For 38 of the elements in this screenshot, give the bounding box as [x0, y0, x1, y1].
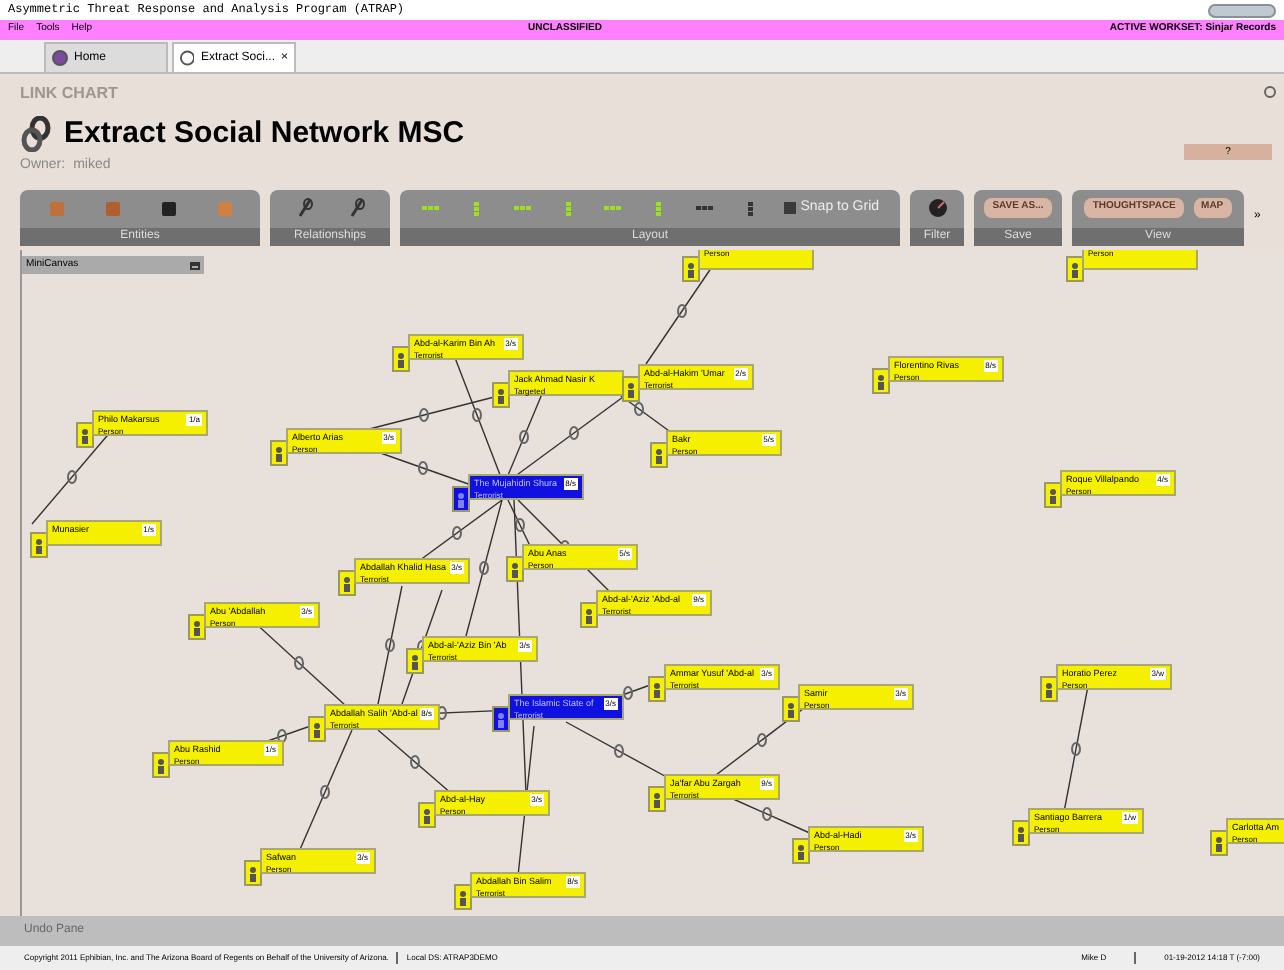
person-node-icon[interactable]: [270, 440, 288, 466]
person-node-icon[interactable]: [648, 786, 666, 812]
person-node-icon[interactable]: [580, 602, 598, 628]
entity-icon[interactable]: [159, 199, 177, 217]
person-node-icon[interactable]: [244, 860, 262, 886]
person-node-icon[interactable]: [1012, 820, 1030, 846]
person-node-icon[interactable]: [418, 802, 436, 828]
person-node-icon[interactable]: [1044, 482, 1062, 508]
person-node-icon[interactable]: [392, 346, 410, 372]
person-node-icon[interactable]: [338, 570, 356, 596]
chart-title: Extract Social Network MSC: [64, 116, 465, 152]
person-node-icon[interactable]: [308, 716, 326, 742]
collapse-icon[interactable]: [1264, 86, 1276, 98]
person-node-icon[interactable]: [76, 422, 94, 448]
person-node-icon[interactable]: [622, 376, 640, 402]
person-node-icon[interactable]: [650, 442, 668, 468]
filter-icon[interactable]: [927, 198, 947, 218]
section-label: LINK CHART: [20, 82, 120, 106]
person-node-icon[interactable]: [1040, 676, 1058, 702]
person-node-icon[interactable]: [648, 676, 666, 702]
layout-icon[interactable]: [693, 200, 714, 216]
person-node-icon[interactable]: [872, 368, 890, 394]
person-node-icon[interactable]: [1210, 830, 1228, 856]
person-node-icon[interactable]: [782, 696, 800, 722]
person-node-icon[interactable]: [492, 382, 510, 408]
group-node-icon[interactable]: [452, 486, 470, 512]
person-node-icon[interactable]: [682, 256, 700, 282]
person-node-icon[interactable]: [454, 884, 472, 910]
window-controls[interactable]: [1208, 3, 1276, 17]
person-node-icon[interactable]: [152, 752, 170, 778]
link-chart-icon: [20, 116, 52, 152]
group-node-icon[interactable]: [492, 706, 510, 732]
person-node-icon[interactable]: [1066, 256, 1084, 282]
person-node-icon[interactable]: [188, 614, 206, 640]
person-node-icon[interactable]: [506, 556, 524, 582]
person-node-icon[interactable]: [792, 838, 810, 864]
person-node-icon[interactable]: [30, 532, 48, 558]
person-node-icon[interactable]: [406, 648, 424, 674]
